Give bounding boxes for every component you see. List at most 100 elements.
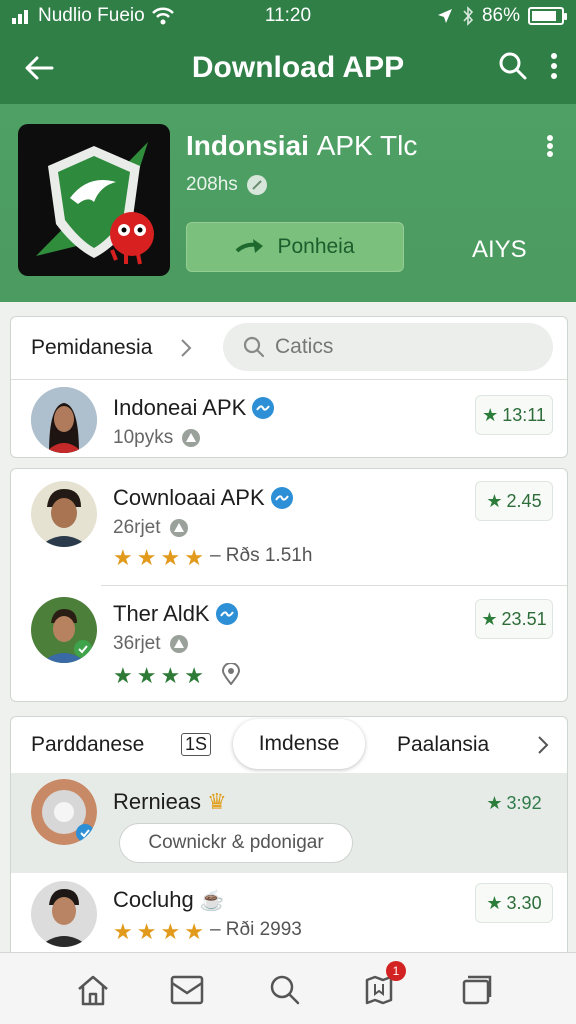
nav-home[interactable]: [74, 971, 112, 1009]
item-name: Cownloaai APK: [113, 485, 265, 510]
item-name: Cocluhg: [113, 887, 194, 912]
list-item[interactable]: Indoneai APK 10pyks ★ 13:11: [11, 379, 567, 457]
search-button[interactable]: [498, 51, 528, 86]
tab-count-badge: 1S: [181, 733, 212, 756]
nav-tabs[interactable]: [458, 971, 496, 1009]
rating-badge: ★ 2.45: [475, 481, 553, 521]
chevron-right-icon[interactable]: [537, 735, 549, 755]
star-icon: ★: [482, 404, 499, 425]
app-list-card: Cownloaai APK 26rjet ★ ★ ★ ★ – Rðs 1.51h ★ …: [10, 468, 568, 702]
inbox-icon: [170, 975, 204, 1005]
location-pin-icon: [221, 663, 240, 685]
install-button[interactable]: Ponheia: [186, 222, 404, 272]
star-icon: ★: [184, 919, 204, 944]
app-more-button[interactable]: [546, 134, 554, 163]
avatar: [31, 481, 97, 547]
emoji-crown-icon: ♛: [207, 789, 227, 814]
star-icon: ★: [160, 545, 181, 570]
category-card: Parddanese 1S Imdense Paalansia Rernieas…: [10, 716, 568, 952]
avatar: [31, 881, 97, 947]
star-rating: ★ ★ ★ ★ – Rðs 1.51h: [113, 545, 312, 571]
overflow-menu-button[interactable]: [550, 52, 558, 85]
star-icon: ★: [113, 663, 133, 688]
network-icon: [169, 519, 188, 537]
avatar: [31, 387, 97, 453]
search-field[interactable]: Catics: [223, 323, 553, 371]
tab-paalansia[interactable]: Paalansia: [397, 733, 489, 757]
star-icon: ★: [160, 663, 181, 688]
item-name: Ther AldK: [113, 601, 210, 626]
star-icon: ★: [113, 545, 133, 570]
item-name: Rernieas: [113, 789, 202, 814]
emoji-icon: ☕: [199, 889, 225, 912]
rating-badge: ★ 13:11: [475, 395, 553, 435]
item-subtitle: 26rjet: [113, 517, 161, 538]
back-button[interactable]: [0, 55, 78, 81]
nav-search[interactable]: [266, 971, 304, 1009]
stars-label: – Rði 2993: [209, 919, 302, 940]
stars-label: – Rðs 1.51h: [209, 545, 313, 566]
star-icon: ★: [184, 545, 204, 570]
more-vertical-icon: [547, 135, 553, 157]
status-time: 11:20: [264, 5, 312, 26]
search-icon: [499, 52, 527, 79]
secondary-action[interactable]: AIYS: [472, 236, 527, 264]
info-badge-icon: [246, 175, 267, 195]
rating-badge: ★ 3.30: [475, 883, 553, 923]
battery-fill: [532, 11, 557, 21]
bottom-nav: 1: [0, 952, 576, 1024]
nav-library[interactable]: 1: [360, 961, 406, 1009]
item-name: Indoneai APK: [113, 395, 247, 420]
app-icon: [18, 124, 170, 276]
network-icon: [169, 635, 188, 653]
suggestion-chip[interactable]: Cownickr & pdonigar: [119, 823, 353, 863]
list-item[interactable]: Ther AldK 36rjet ★ ★ ★ ★ ★ 23.51: [11, 585, 567, 701]
rating-badge: ★ 3:92: [486, 792, 542, 813]
item-subtitle: 10pyks: [113, 427, 174, 448]
list-item[interactable]: Cownloaai APK 26rjet ★ ★ ★ ★ – Rðs 1.51h ★ …: [11, 469, 567, 585]
verified-icon: [252, 397, 275, 419]
star-icon: ★: [136, 663, 157, 688]
app-header: Indonsiai APK Tlc 208hs Ponheia AIYS: [0, 104, 576, 302]
rating-badge: ★ 23.51: [475, 599, 553, 639]
window-icon: [462, 975, 492, 1005]
more-vertical-icon: [551, 52, 557, 79]
verified-icon: [215, 603, 238, 625]
search-icon: [270, 975, 300, 1005]
star-icon: ★: [160, 919, 181, 944]
tab-parddanese[interactable]: Parddanese: [31, 733, 144, 757]
battery-icon: [528, 7, 567, 25]
star-icon: ★: [184, 663, 204, 688]
tab-bar: Parddanese 1S Imdense Paalansia: [11, 717, 567, 773]
star-rating: ★ ★ ★ ★: [113, 663, 240, 689]
item-subtitle: 36rjet: [113, 633, 161, 654]
verified-icon: [270, 487, 293, 509]
star-icon: ★: [136, 545, 157, 570]
search-input[interactable]: Catics: [275, 335, 333, 359]
star-icon: ★: [486, 792, 503, 813]
chevron-right-icon[interactable]: [180, 338, 192, 358]
app-bar: Download APP: [0, 32, 576, 104]
arrow-left-icon: [25, 56, 54, 80]
search-icon: [243, 336, 265, 358]
status-bar: Nudlio Fueio 11:20 86%: [0, 0, 576, 32]
filter-title[interactable]: Pemidanesia: [31, 336, 152, 360]
tab-imdense[interactable]: Imdense: [233, 719, 365, 769]
star-icon: ★: [486, 490, 503, 511]
list-item[interactable]: Cocluhg ☕ ★ ★ ★ ★ – Rði 2993 ★ 3.30: [11, 873, 567, 952]
avatar: [31, 779, 97, 845]
network-icon: [182, 429, 201, 447]
star-rating: ★ ★ ★ ★ – Rði 2993: [113, 919, 302, 945]
star-icon: ★: [113, 919, 133, 944]
avatar: [31, 597, 97, 663]
page-title: Download APP: [191, 51, 405, 84]
shield-logo-icon: [36, 142, 154, 265]
app-meta: 208hs: [186, 174, 268, 196]
app-name: Indonsiai APK Tlc: [186, 130, 418, 161]
star-icon: ★: [481, 608, 498, 629]
notification-badge: 1: [386, 961, 406, 981]
nav-inbox[interactable]: [168, 971, 206, 1009]
filter-card: Pemidanesia Catics Indoneai APK 10pyks ★…: [10, 316, 568, 458]
home-icon: [78, 975, 108, 1006]
arrow-right-icon: [236, 239, 264, 253]
